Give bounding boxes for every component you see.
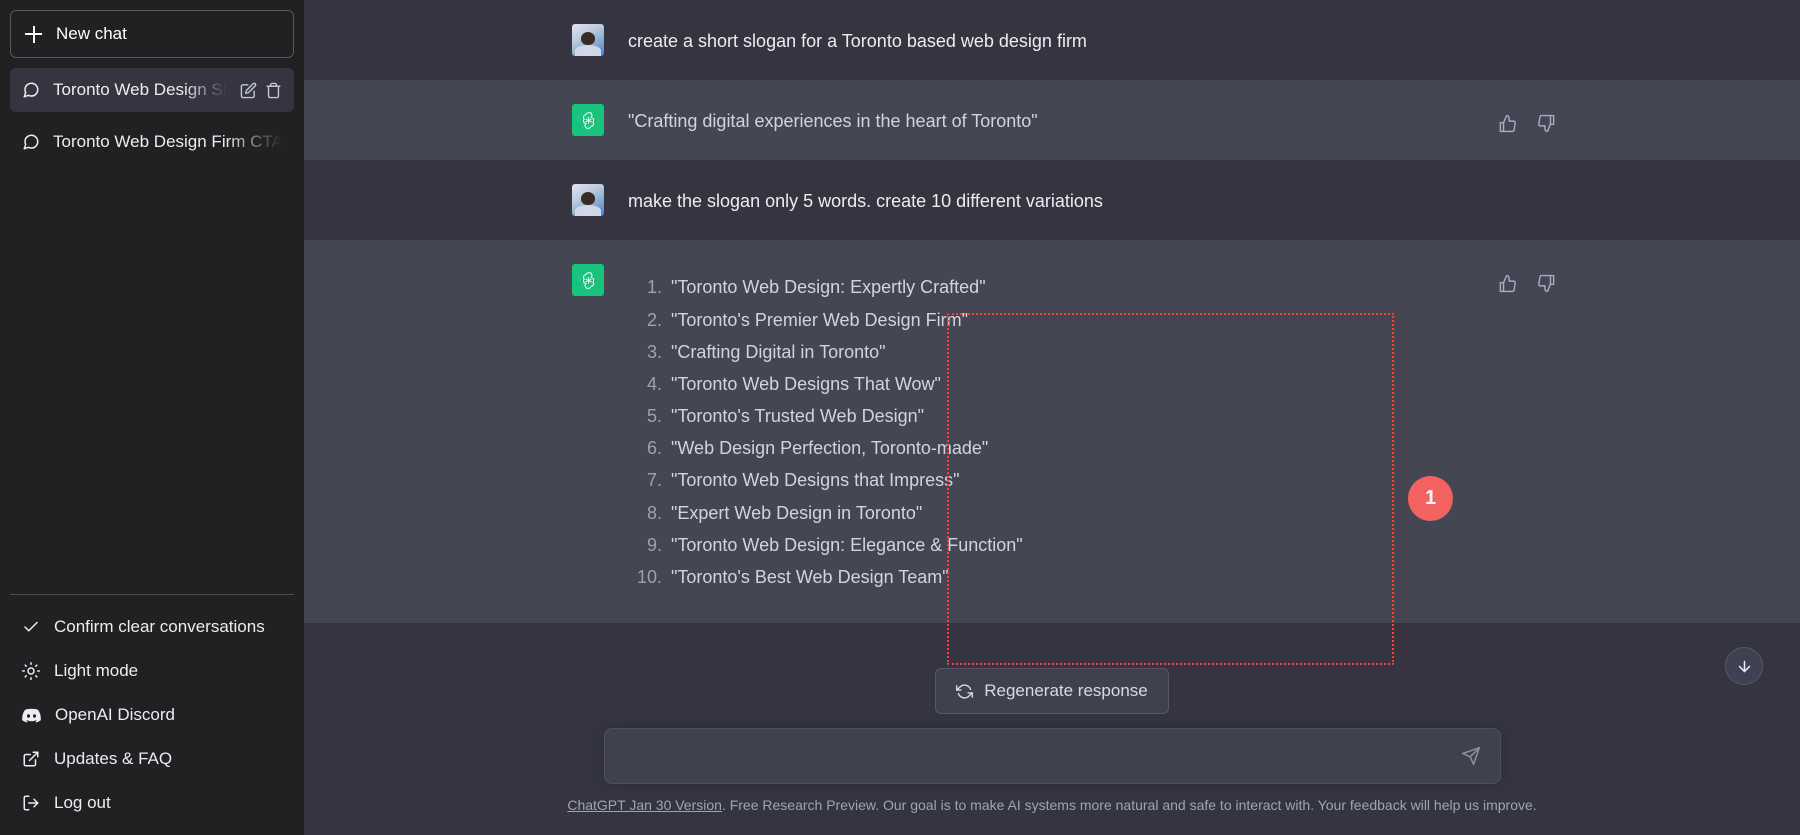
sidebar-item-openai-discord[interactable]: OpenAI Discord (10, 693, 294, 737)
conversation-item-0[interactable]: Toronto Web Design Sl (10, 68, 294, 112)
sidebar-item-updates-and-faq[interactable]: Updates & FAQ (10, 737, 294, 781)
message-user-0: create a short slogan for a Toronto base… (304, 0, 1800, 81)
logout-icon (22, 794, 40, 812)
chat-bubble-icon (22, 133, 40, 151)
list-item: "Toronto's Trusted Web Design" (628, 402, 925, 431)
external-link-icon (22, 750, 40, 768)
send-icon[interactable] (1455, 740, 1487, 772)
conversation-list: Toronto Web Design Sl Toronto Web Design… (10, 68, 294, 164)
new-chat-button[interactable]: New chat (10, 10, 294, 58)
annotation-badge: 1 (1408, 476, 1453, 521)
message-assistant-0: "Crafting digital experiences in the hea… (304, 80, 1800, 161)
list-item: "Toronto's Premier Web Design Firm" (628, 306, 968, 335)
message-thread: create a short slogan for a Toronto base… (304, 0, 1800, 668)
vote-controls (1494, 110, 1560, 137)
message-text: "Toronto Web Design: Expertly Crafted" "… (628, 264, 1023, 599)
list-item: "Web Design Perfection, Toronto-made" (628, 434, 989, 463)
conversation-actions (240, 82, 282, 99)
sidebar-item-label: Updates & FAQ (54, 749, 173, 768)
message-text: make the slogan only 5 words. create 10 … (628, 191, 1103, 212)
sidebar: New chat Toronto Web Design Sl Toronto W… (0, 0, 304, 835)
message-user-1: make the slogan only 5 words. create 10 … (304, 160, 1800, 241)
conversation-title: Toronto Web Design Firm CTA (53, 132, 282, 151)
sidebar-item-confirm-clear-conversations[interactable]: Confirm clear conversations (10, 605, 294, 649)
sidebar-item-label: OpenAI Discord (55, 705, 175, 724)
conversation-title: Toronto Web Design Sl (53, 80, 227, 99)
avatar (572, 24, 604, 56)
regenerate-response-button[interactable]: Regenerate response (935, 668, 1169, 714)
plus-icon (25, 25, 42, 43)
sidebar-item-log-out[interactable]: Log out (10, 781, 294, 825)
chatgpt-app: New chat Toronto Web Design Sl Toronto W… (0, 0, 1800, 835)
sidebar-item-label: Light mode (54, 661, 139, 680)
sidebar-item-light-mode[interactable]: Light mode (10, 649, 294, 693)
thumbs-up-icon[interactable] (1494, 270, 1521, 297)
refresh-icon (956, 683, 974, 700)
list-item: "Crafting Digital in Toronto" (628, 338, 886, 367)
avatar (572, 184, 604, 217)
footer-disclaimer: ChatGPT Jan 30 Version. Free Research Pr… (304, 784, 1800, 825)
regenerate-wrapper: Regenerate response (304, 668, 1800, 714)
slogan-list: "Toronto Web Design: Expertly Crafted" "… (628, 267, 1023, 599)
input-row (304, 728, 1800, 784)
new-chat-label: New chat (56, 24, 127, 43)
message-input[interactable] (604, 729, 1500, 783)
list-item: "Toronto's Best Web Design Team" (628, 563, 949, 592)
sidebar-divider (10, 594, 294, 595)
sun-icon (22, 662, 40, 680)
thumbs-down-icon[interactable] (1533, 110, 1560, 137)
chat-bubble-icon (22, 81, 40, 99)
message-input-container[interactable] (603, 728, 1501, 784)
regenerate-label: Regenerate response (984, 681, 1148, 700)
avatar (572, 104, 604, 137)
vote-controls (1494, 270, 1560, 297)
message-text: "Crafting digital experiences in the hea… (628, 111, 1038, 132)
version-link[interactable]: ChatGPT Jan 30 Version (567, 797, 722, 813)
thumbs-down-icon[interactable] (1533, 270, 1560, 297)
sidebar-item-label: Confirm clear conversations (54, 617, 265, 636)
thumbs-up-icon[interactable] (1494, 110, 1521, 137)
list-item: "Toronto Web Design: Elegance & Function… (628, 531, 1023, 560)
message-assistant-1: "Toronto Web Design: Expertly Crafted" "… (304, 240, 1800, 624)
edit-icon[interactable] (240, 82, 257, 99)
list-item: "Toronto Web Designs that Impress" (628, 466, 960, 495)
list-item: "Toronto Web Design: Expertly Crafted" (628, 273, 986, 302)
main-panel: create a short slogan for a Toronto base… (304, 0, 1800, 835)
list-item: "Expert Web Design in Toronto" (628, 499, 923, 528)
conversation-item-1[interactable]: Toronto Web Design Firm CTA (10, 120, 294, 164)
list-item: "Toronto Web Designs That Wow" (628, 370, 941, 399)
avatar (572, 264, 604, 297)
sidebar-item-label: Log out (54, 793, 111, 812)
delete-icon[interactable] (265, 82, 282, 99)
discord-icon (22, 706, 41, 725)
composer-area: Regenerate response ChatGPT Jan 30 Versi… (304, 668, 1800, 835)
footer-text: . Free Research Preview. Our goal is to … (721, 797, 1537, 813)
check-icon (22, 618, 40, 636)
message-text: create a short slogan for a Toronto base… (628, 31, 1087, 51)
scroll-to-bottom-button[interactable] (1725, 647, 1763, 685)
